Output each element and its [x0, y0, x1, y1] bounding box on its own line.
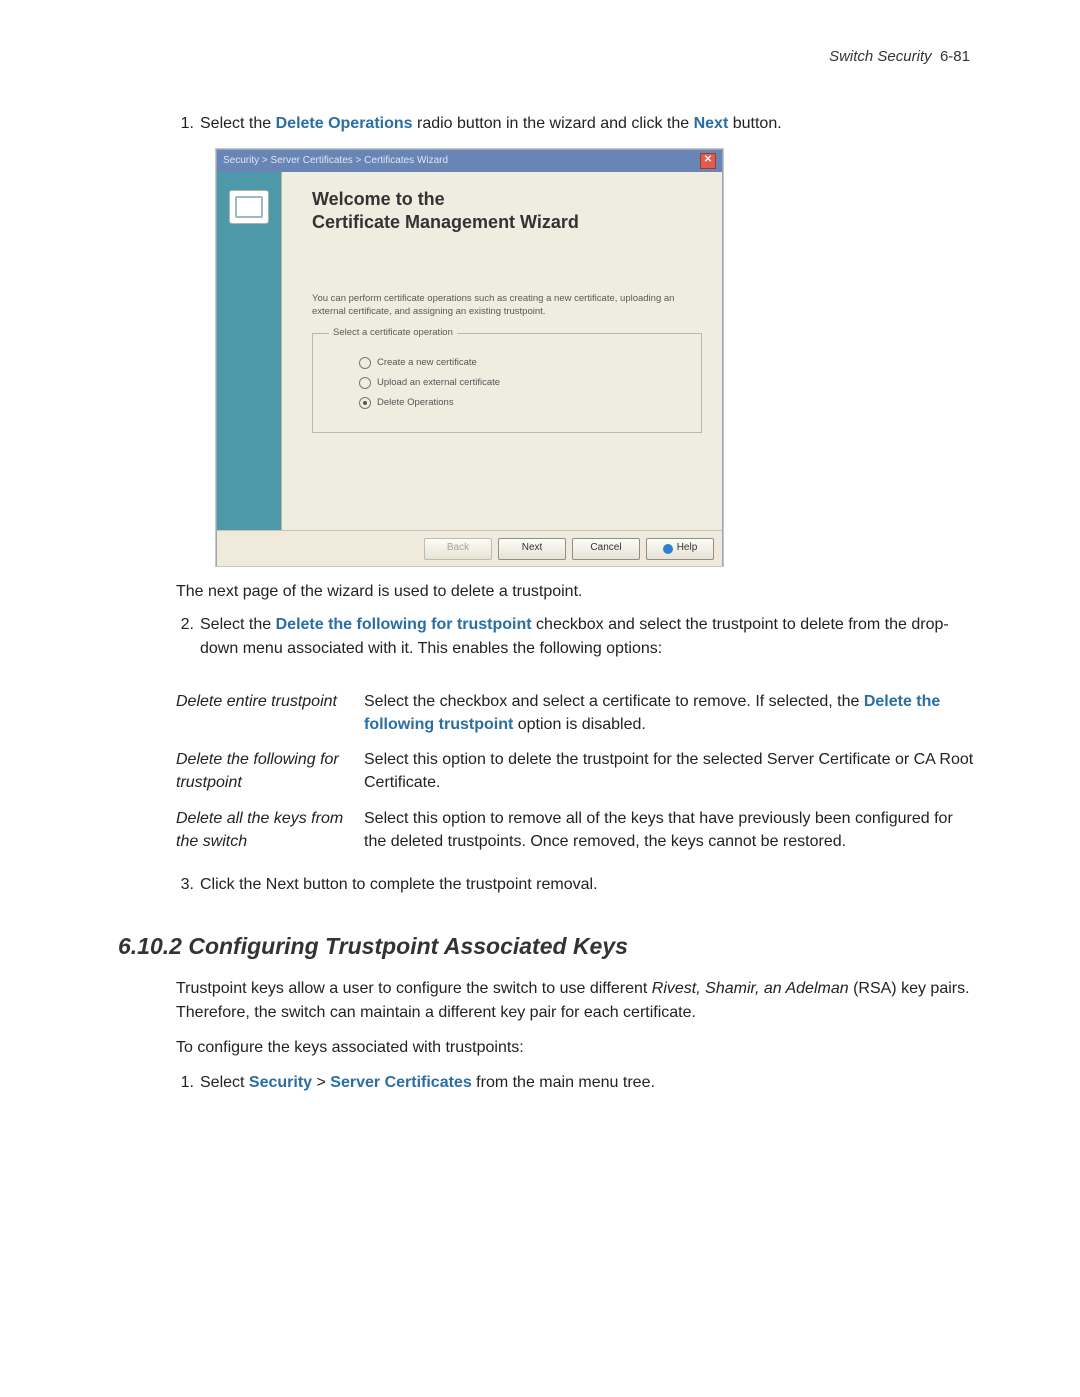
next-button[interactable]: Next	[498, 538, 566, 560]
option-label: Delete all the keys from the switch	[176, 807, 364, 853]
radio-delete-operations[interactable]: Delete Operations	[359, 396, 685, 410]
certificate-icon	[229, 190, 269, 224]
table-row: Delete all the keys from the switch Sele…	[176, 807, 976, 853]
step-number: 2.	[176, 613, 194, 659]
close-icon[interactable]: ✕	[700, 153, 716, 169]
back-button[interactable]: Back	[424, 538, 492, 560]
step-number: 1.	[176, 1071, 194, 1094]
help-button[interactable]: Help	[646, 538, 714, 560]
option-label: Delete the following for trustpoint	[176, 748, 364, 794]
wizard-sidebar	[217, 172, 282, 530]
step-text: Select the Delete Operations radio butto…	[200, 112, 976, 135]
term-delete-following: Delete the following for trustpoint	[276, 616, 532, 633]
radio-label: Create a new certificate	[377, 356, 477, 370]
table-row: Delete entire trustpoint Select the chec…	[176, 690, 976, 736]
option-desc: Select this option to delete the trustpo…	[364, 748, 976, 794]
term-security: Security	[249, 1074, 312, 1091]
certificate-wizard-window: Security > Server Certificates > Certifi…	[216, 149, 723, 566]
radio-icon	[359, 377, 371, 389]
section-heading: 6.10.2 Configuring Trustpoint Associated…	[118, 930, 976, 963]
wizard-button-bar: Back Next Cancel Help	[217, 530, 722, 566]
page-header: Switch Security 6-81	[829, 48, 970, 65]
term-next: Next	[694, 115, 729, 132]
step-text: Select the Delete the following for trus…	[200, 613, 976, 659]
fieldset-legend: Select a certificate operation	[329, 326, 457, 340]
cancel-button[interactable]: Cancel	[572, 538, 640, 560]
option-label: Delete entire trustpoint	[176, 690, 364, 736]
page-number: 6-81	[940, 48, 970, 65]
step-number: 3.	[176, 873, 194, 896]
radio-label: Delete Operations	[377, 396, 454, 410]
step-1b: 1. Select Security > Server Certificates…	[176, 1071, 976, 1094]
window-breadcrumb: Security > Server Certificates > Certifi…	[223, 154, 700, 169]
chapter-name: Switch Security	[829, 48, 932, 65]
term-delete-operations: Delete Operations	[276, 115, 413, 132]
radio-label: Upload an external certificate	[377, 376, 500, 390]
radio-upload-certificate[interactable]: Upload an external certificate	[359, 376, 685, 390]
wizard-heading: Welcome to the Certificate Management Wi…	[312, 188, 702, 233]
step-3: 3. Click the Next button to complete the…	[176, 873, 976, 896]
step-number: 1.	[176, 112, 194, 135]
section-paragraph: To configure the keys associated with tr…	[176, 1036, 976, 1059]
step-2: 2. Select the Delete the following for t…	[176, 613, 976, 659]
step-1: 1. Select the Delete Operations radio bu…	[176, 112, 976, 135]
section-paragraph: Trustpoint keys allow a user to configur…	[176, 977, 976, 1023]
term-server-certificates: Server Certificates	[330, 1074, 471, 1091]
radio-create-certificate[interactable]: Create a new certificate	[359, 356, 685, 370]
step-text: Select Security > Server Certificates fr…	[200, 1071, 976, 1094]
table-row: Delete the following for trustpoint Sele…	[176, 748, 976, 794]
radio-icon	[359, 357, 371, 369]
wizard-description: You can perform certificate operations s…	[312, 293, 702, 319]
radio-icon	[359, 397, 371, 409]
option-desc: Select the checkbox and select a certifi…	[364, 690, 976, 736]
option-desc: Select this option to remove all of the …	[364, 807, 976, 853]
operation-fieldset: Select a certificate operation Create a …	[312, 333, 702, 433]
wizard-caption: The next page of the wizard is used to d…	[176, 580, 976, 603]
options-table: Delete entire trustpoint Select the chec…	[176, 678, 976, 865]
step-text: Click the Next button to complete the tr…	[200, 873, 976, 896]
window-titlebar: Security > Server Certificates > Certifi…	[217, 150, 722, 172]
